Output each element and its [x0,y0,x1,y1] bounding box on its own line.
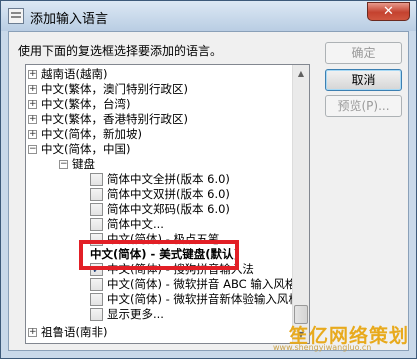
checkbox[interactable] [90,173,103,186]
checkbox[interactable] [90,308,103,321]
app-icon [8,8,24,24]
ok-button[interactable]: 确定 [325,42,402,64]
window-title: 添加输入语言 [30,12,109,27]
tree-item-label: 中文(繁体，澳门特别行政区) [41,82,188,96]
tree-item-label: 祖鲁语(南非) [41,325,108,339]
close-button[interactable]: ✕ [367,2,410,21]
checkbox[interactable] [90,293,103,306]
instruction-text: 使用下面的复选框选择要添加的语言。 [18,44,223,58]
cancel-button[interactable]: 取消 [325,69,402,91]
title-bar[interactable]: 添加输入语言 ✕ [1,1,416,31]
scroll-up-icon[interactable]: ▲ [293,65,309,82]
option-label: 中文(简体) - 微软拼音新体验输入风格 [107,292,300,306]
expand-icon[interactable]: + [28,130,37,139]
add-input-language-dialog: 添加输入语言 ✕ 使用下面的复选框选择要添加的语言。 + 越南语(越南) + 中… [0,0,417,359]
watermark-url: www.shengyiwangluo.cn [273,343,372,352]
option-label: 简体中文... [107,217,164,231]
checkbox[interactable] [90,203,103,216]
expand-icon[interactable]: + [28,115,37,124]
expand-icon[interactable]: + [28,70,37,79]
dialog-client-area: 使用下面的复选框选择要添加的语言。 + 越南语(越南) + 中文(繁体，澳门特别… [8,31,409,351]
tree-item-label: 键盘 [72,157,95,171]
option-label: 简体中文郑码(版本 6.0) [107,202,230,216]
language-tree[interactable]: + 越南语(越南) + 中文(繁体，澳门特别行政区) + 中文(繁体，台湾) +… [25,64,310,344]
preview-button[interactable]: 预览(P)... [325,95,402,117]
option-label: 中文(简体) - 微软拼音 ABC 输入风格 [107,277,297,291]
expand-icon[interactable]: + [28,85,37,94]
tree-item-label: 中文(简体，新加坡) [41,127,142,141]
tree-item-label: 中文(繁体，香港特别行政区) [41,112,188,126]
checkbox[interactable] [90,278,103,291]
tree-item-label: 越南语(越南) [41,67,108,81]
expand-icon[interactable]: + [28,328,37,337]
expand-icon[interactable]: + [28,100,37,109]
option-label: 显示更多... [107,307,164,321]
tree-item-label: 中文(简体，中国) [41,142,131,156]
red-highlight-annotation [79,240,239,270]
option-label: 简体中文双拼(版本 6.0) [107,187,230,201]
collapse-icon[interactable]: − [59,160,68,169]
vertical-scrollbar[interactable]: ▲ ▼ [292,65,309,343]
collapse-icon[interactable]: − [28,145,37,154]
option-label: 简体中文全拼(版本 6.0) [107,172,230,186]
tree-item-label: 中文(繁体，台湾) [41,97,131,111]
checkbox[interactable] [90,218,103,231]
checkbox[interactable] [90,188,103,201]
